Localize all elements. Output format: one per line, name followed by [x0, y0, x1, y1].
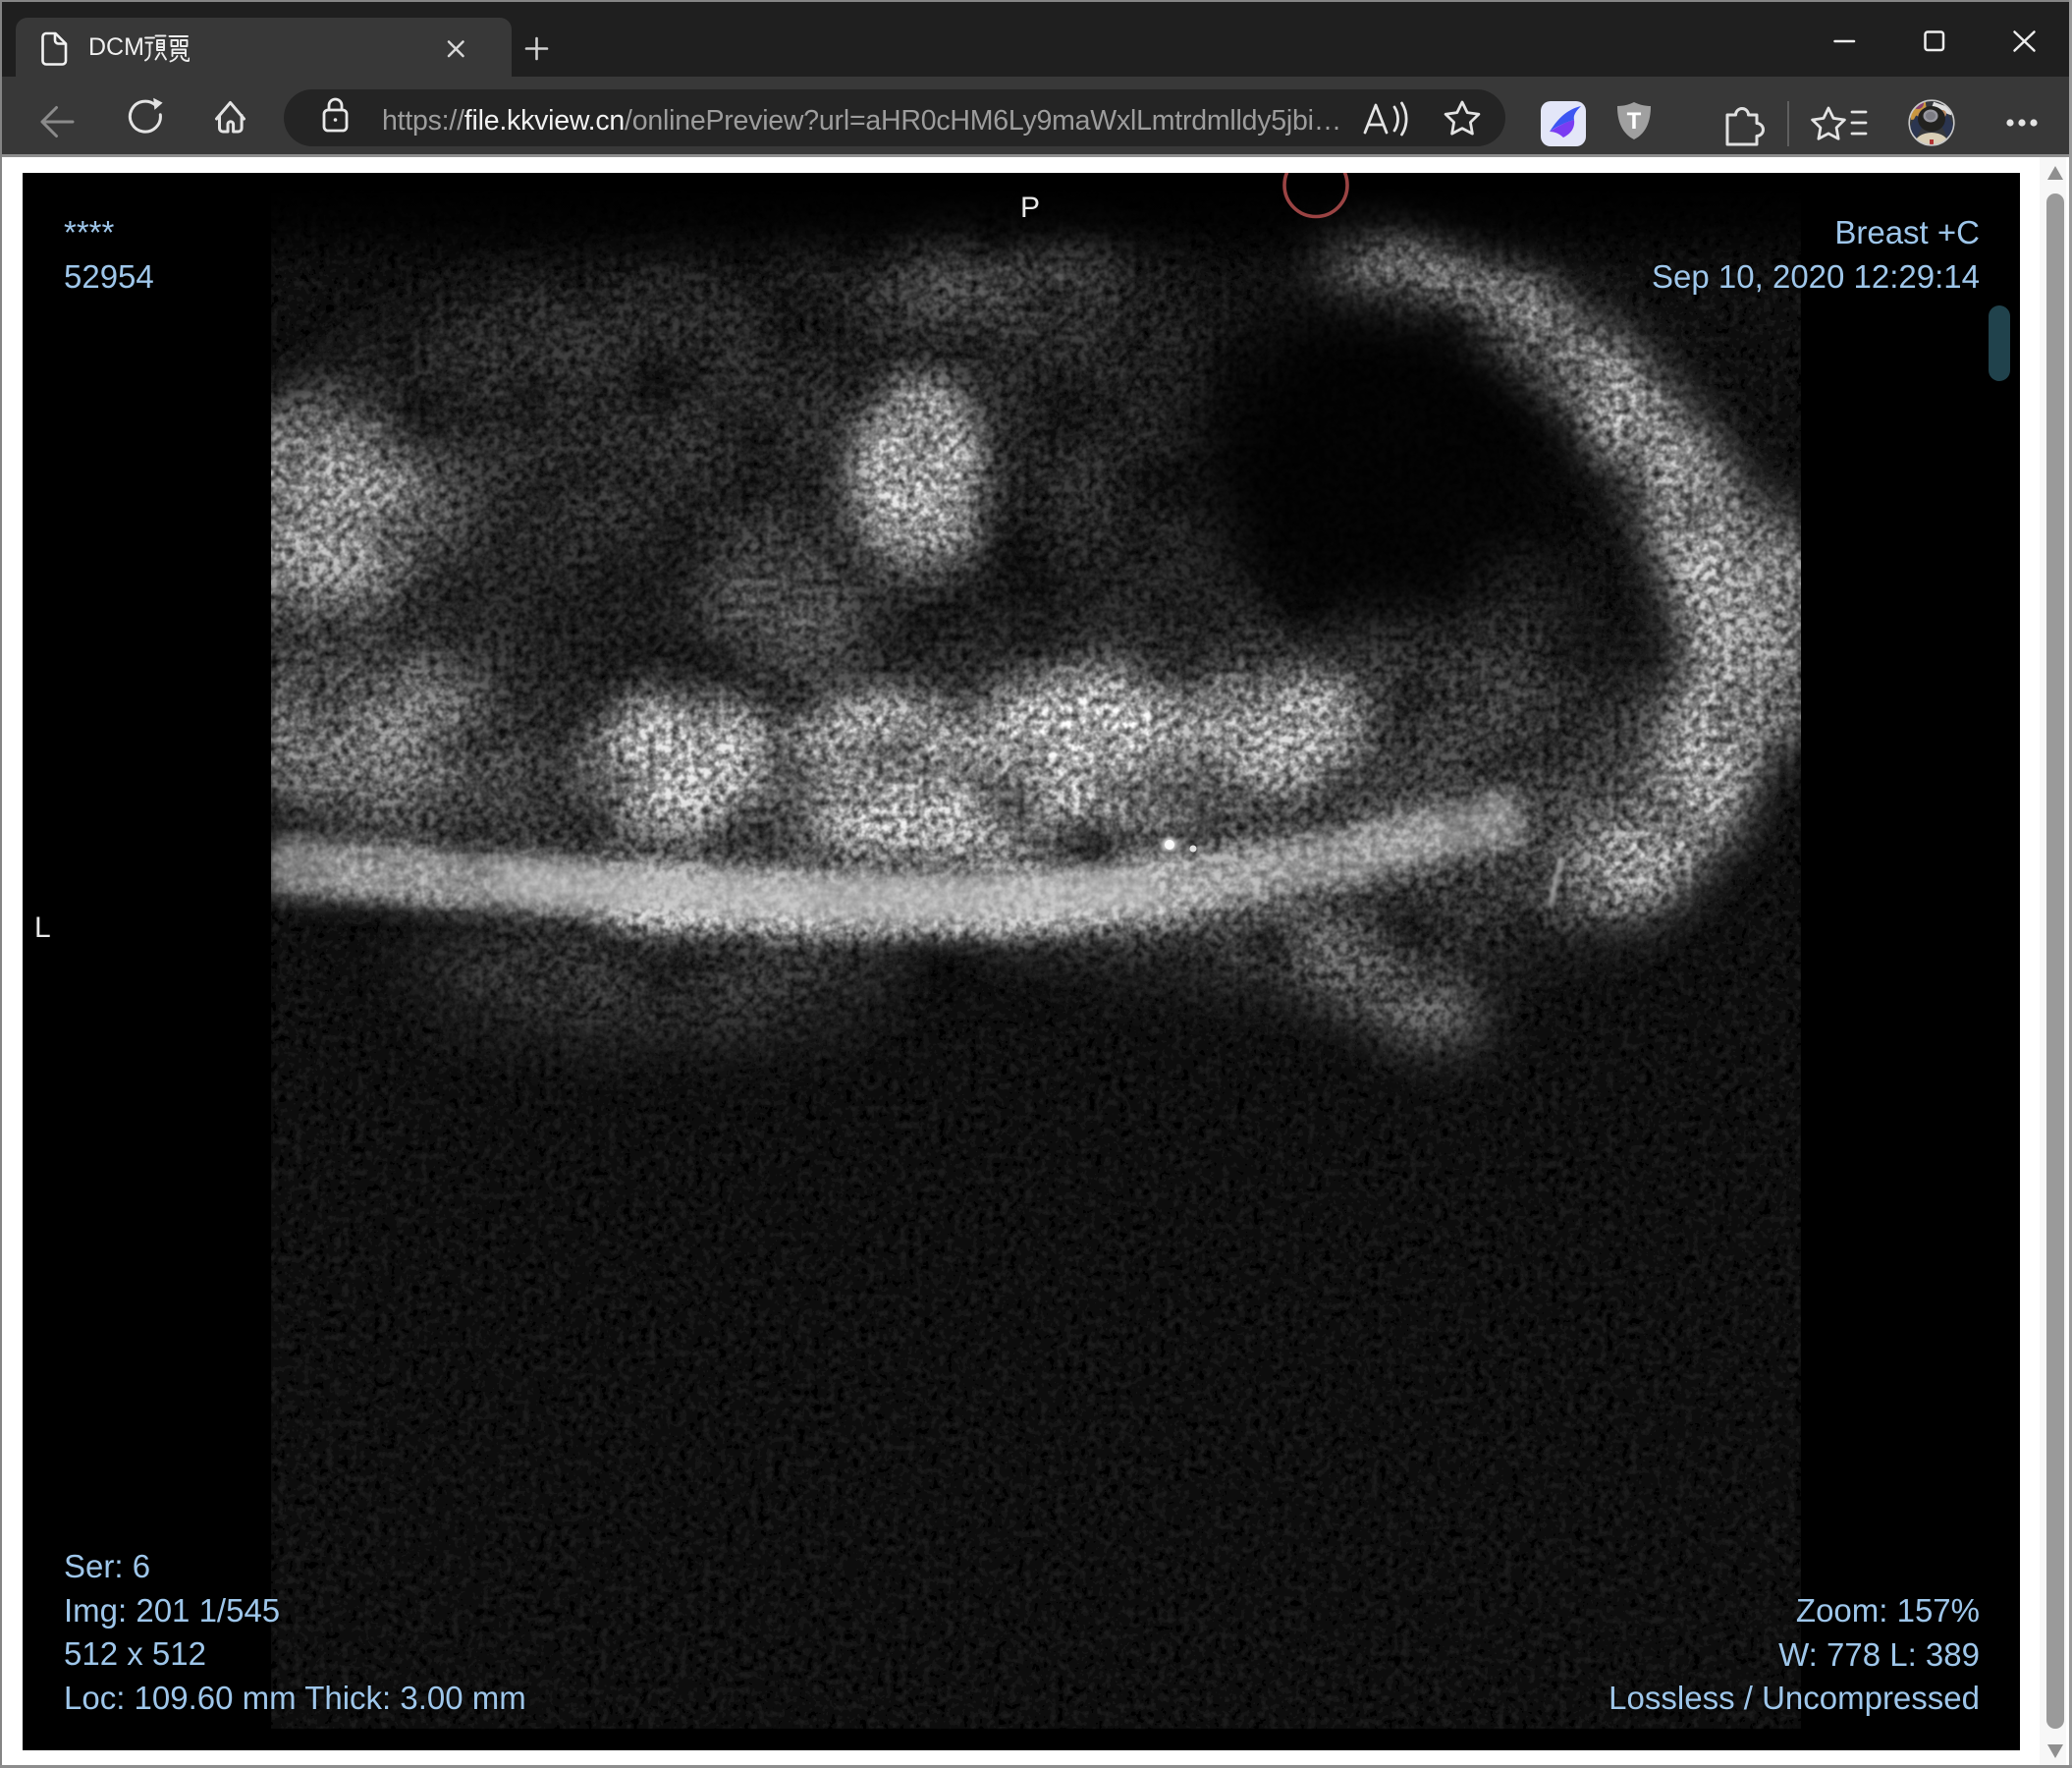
svg-text:T: T — [1627, 108, 1642, 135]
